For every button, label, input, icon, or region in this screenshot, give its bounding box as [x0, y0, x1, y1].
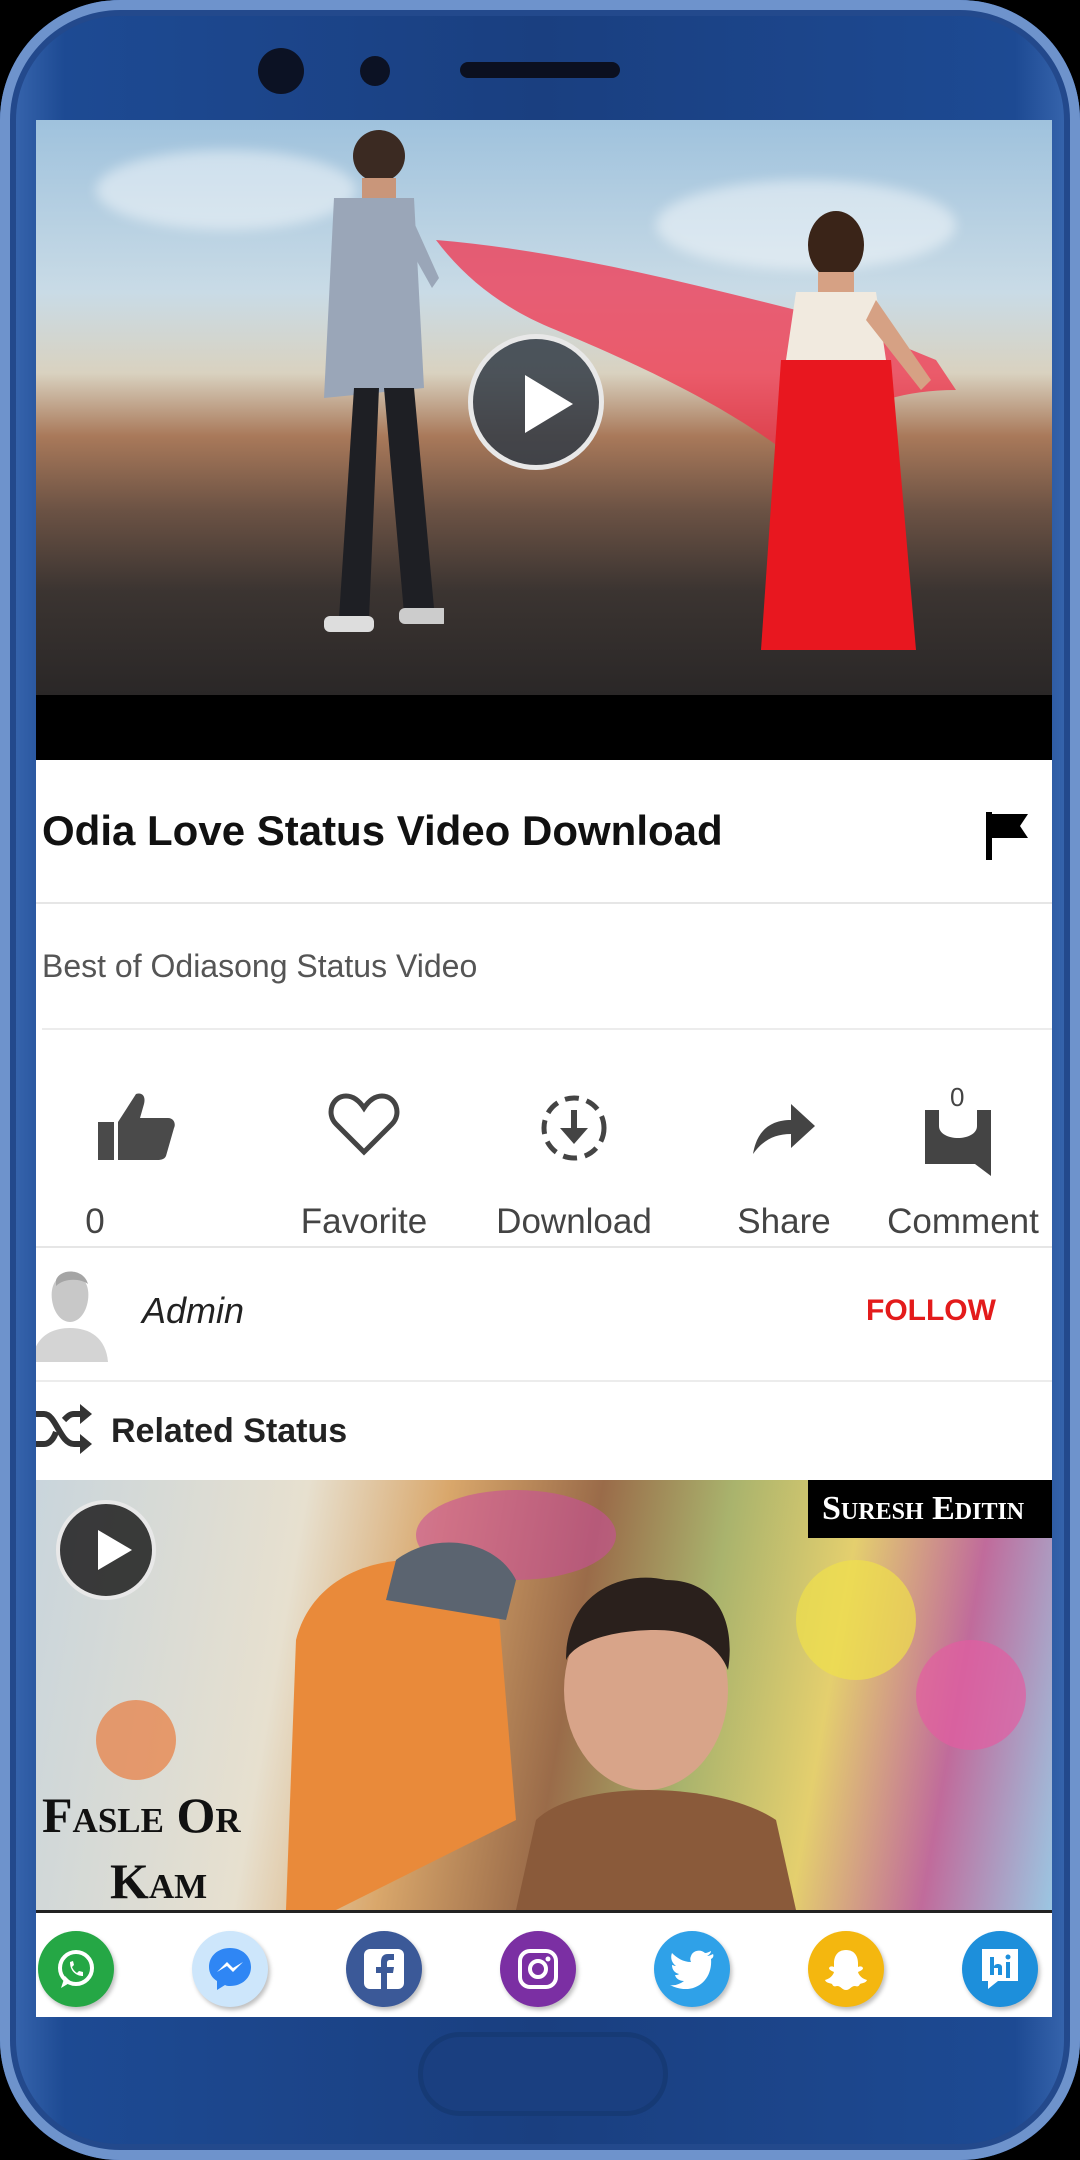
video-player[interactable] — [36, 120, 1052, 760]
messenger-icon[interactable] — [192, 1931, 268, 2007]
facebook-icon[interactable] — [346, 1931, 422, 2007]
related-video-thumbnail[interactable]: Suresh Editin Fasle Or Kam — [36, 1480, 1052, 1910]
author-row: Admin FOLLOW — [36, 1248, 1052, 1382]
backpacker-figure — [286, 1542, 796, 1910]
channel-watermark: Suresh Editin — [808, 1480, 1052, 1538]
share-label: Share — [737, 1202, 831, 1241]
share-arrow-icon — [753, 1104, 815, 1154]
app-screen: Odia Love Status Video Download Best of … — [36, 120, 1052, 2017]
thumbs-up-icon — [98, 1093, 175, 1160]
phone-frame: Odia Love Status Video Download Best of … — [0, 0, 1080, 2160]
action-bar: 0 Favorite Download Share 0 Comment — [36, 1030, 1052, 1248]
front-camera — [258, 48, 304, 94]
share-bar — [36, 1910, 1052, 2017]
video-description: Best of Odiasong Status Video — [42, 904, 1052, 1030]
comment-icon — [925, 1110, 991, 1176]
author-name[interactable]: Admin — [142, 1290, 244, 1332]
twitter-icon[interactable] — [654, 1931, 730, 2007]
comment-label: Comment — [887, 1202, 1039, 1241]
woman-figure — [761, 211, 931, 650]
favorite-button[interactable]: Favorite — [264, 1030, 464, 1246]
video-title: Odia Love Status Video Download — [42, 807, 723, 854]
share-button[interactable]: Share — [684, 1030, 884, 1246]
download-button[interactable]: Download — [474, 1030, 674, 1246]
snapchat-icon[interactable] — [808, 1931, 884, 2007]
favorite-label: Favorite — [300, 1202, 428, 1241]
whatsapp-icon[interactable] — [38, 1931, 114, 2007]
related-heading: Related Status — [111, 1412, 348, 1450]
report-flag-icon[interactable] — [982, 810, 1032, 862]
video-thumbnail — [36, 120, 1052, 695]
like-count: 0 — [85, 1202, 105, 1241]
heart-icon — [328, 1093, 400, 1156]
proximity-sensor — [360, 56, 390, 86]
avatar — [36, 1271, 108, 1362]
shuffle-icon — [36, 1404, 92, 1454]
like-button[interactable]: 0 — [36, 1030, 236, 1246]
related-header: Related Status — [36, 1382, 1052, 1478]
title-row: Odia Love Status Video Download — [36, 760, 1052, 904]
related-play-button[interactable] — [56, 1500, 156, 1600]
download-icon — [541, 1095, 607, 1161]
instagram-icon[interactable] — [500, 1931, 576, 2007]
comment-button[interactable]: 0 Comment — [858, 1030, 1052, 1246]
home-button[interactable] — [418, 2032, 668, 2116]
download-label: Download — [496, 1202, 652, 1241]
thumb-caption-line1: Fasle Or — [42, 1787, 241, 1843]
earpiece-speaker — [460, 62, 620, 78]
follow-button[interactable]: FOLLOW — [866, 1294, 996, 1328]
play-button[interactable] — [468, 334, 604, 470]
hike-icon[interactable] — [962, 1931, 1038, 2007]
thumb-caption-line2: Kam — [110, 1853, 208, 1909]
